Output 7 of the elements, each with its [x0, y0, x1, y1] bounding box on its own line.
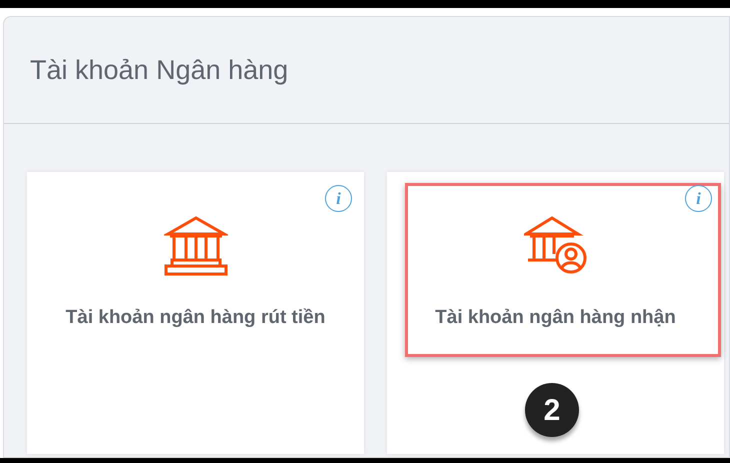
bank-icon — [164, 214, 228, 278]
step-badge: 2 — [525, 383, 579, 437]
account-card[interactable]: i Tài khoản ngân hàng nhận 2 — [387, 172, 724, 454]
account-card[interactable]: i Tài khoản ngân hàng rút tiền — [27, 172, 364, 454]
card-label: Tài khoản ngân hàng rút tiền — [66, 306, 326, 330]
card-label: Tài khoản ngân hàng nhận — [435, 306, 676, 330]
panel-title: Tài khoản Ngân hàng — [30, 54, 288, 87]
